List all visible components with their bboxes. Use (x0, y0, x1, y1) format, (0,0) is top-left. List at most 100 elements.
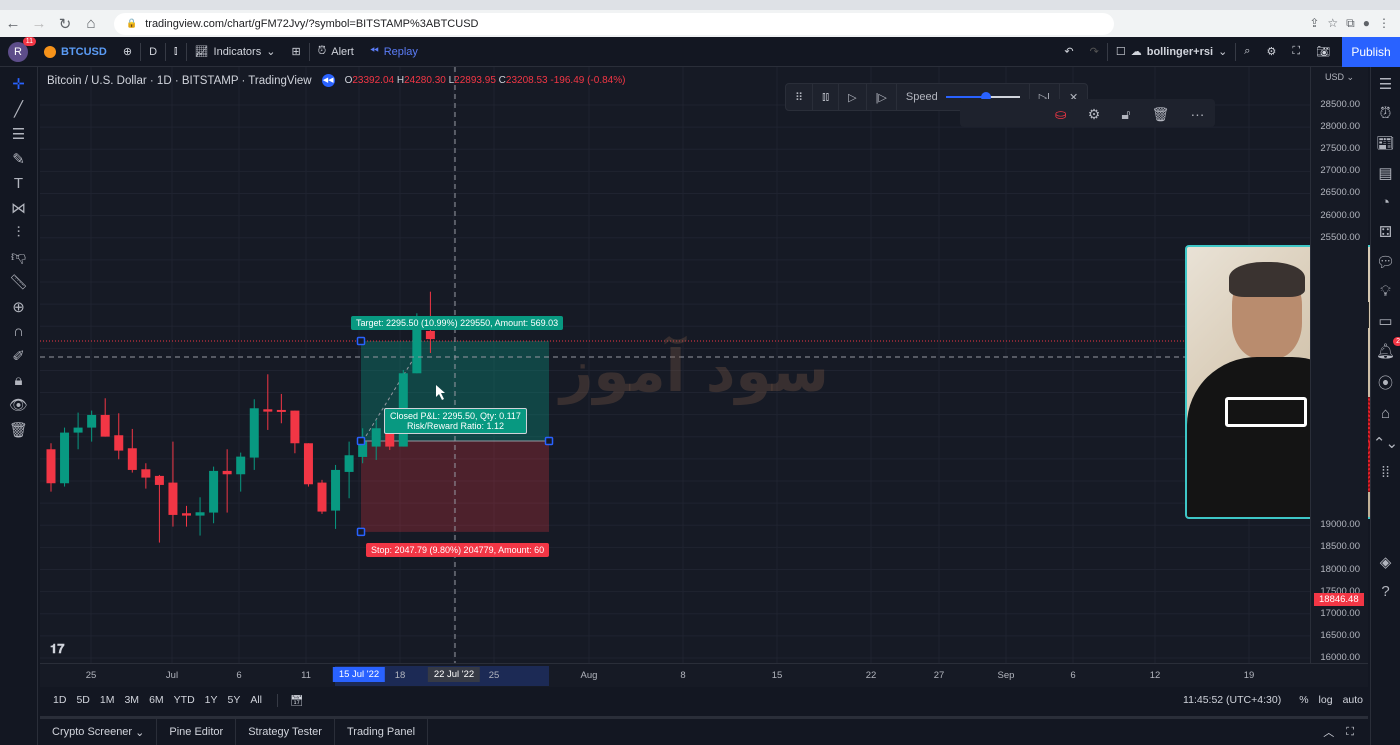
bookmark-star-icon[interactable]: ☆ (1327, 16, 1338, 31)
percent-toggle[interactable]: % (1294, 694, 1313, 706)
indicators-button[interactable]: 📈︎ Indicators ⌄ (187, 37, 284, 67)
signal-icon[interactable]: ⦿ (1378, 372, 1393, 393)
collapse-panel-icon[interactable]: ︿ (1323, 724, 1346, 740)
search-button[interactable]: ⌕ (1236, 37, 1258, 67)
streams-icon[interactable]: ▭ (1378, 312, 1392, 330)
alarm-icon[interactable]: ⏰︎ (1380, 105, 1392, 122)
order-panel-icon[interactable]: ⌂ (1381, 405, 1390, 422)
notifications-icon[interactable]: 🔔︎ 2 (1376, 337, 1400, 360)
time-axis[interactable]: 25 Jul 6 11 15 Jul '22 18 22 Jul '22 25 Aug 8 15 22… (40, 663, 1368, 687)
browser-tab-strip[interactable] (0, 0, 1400, 10)
share-icon[interactable]: ⇪ (1309, 16, 1319, 31)
watchlist-icon[interactable]: ☰ (1379, 75, 1392, 93)
auto-toggle[interactable]: auto (1338, 694, 1368, 706)
unlock-icon[interactable]: 🔓︎ (1121, 106, 1130, 123)
snapshot-button[interactable]: 📷︎ (1308, 37, 1338, 67)
chart-pane[interactable]: سود آموز 𝟏𝟕 Target: 2295.50 (10.99%) 229… (40, 67, 1310, 663)
maximize-panel-icon[interactable]: ⛶ (1346, 726, 1368, 739)
pattern-icon[interactable]: ⋈ (11, 199, 26, 217)
log-toggle[interactable]: log (1314, 694, 1338, 706)
chart-type-button[interactable]: ⫾ (166, 37, 186, 67)
gear-icon[interactable]: ⚙ (1088, 106, 1101, 123)
step-forward-button[interactable]: |▷ (867, 84, 897, 110)
clock[interactable]: 11:45:52 (UTC+4:30) (1178, 694, 1286, 706)
trash-icon[interactable]: 🗑︎ (1152, 106, 1170, 123)
more-icon[interactable]: ··· (1190, 106, 1204, 122)
ideas-icon[interactable]: 💡︎ (1380, 283, 1391, 300)
crosshair-icon[interactable]: ✛ (12, 75, 25, 93)
candle-body (425, 330, 435, 340)
tab-strategy-tester[interactable]: Strategy Tester (236, 719, 335, 745)
tab-crypto-screener[interactable]: Crypto Screener ⌄ (40, 719, 158, 745)
reload-icon[interactable]: ↻ (52, 15, 78, 33)
zoom-in-icon[interactable]: ⊕ (12, 298, 25, 316)
goto-date-icon[interactable]: 📅︎ (277, 693, 308, 707)
range-ytd[interactable]: YTD (169, 694, 200, 706)
range-all[interactable]: All (245, 694, 267, 706)
candle-body (222, 470, 232, 475)
calendar-icon[interactable]: ▤ (1378, 164, 1392, 182)
extensions-icon[interactable]: ⧉ (1346, 16, 1355, 31)
menu-icon[interactable]: ⋮ (1378, 16, 1390, 31)
avatar[interactable]: R 11 (8, 36, 36, 62)
trash-icon[interactable]: 🗑︎ (9, 421, 28, 439)
time-tick: 8 (680, 670, 686, 681)
profile-icon[interactable]: ● (1363, 16, 1370, 31)
drag-handle[interactable]: ⠿ (786, 84, 814, 110)
tab-trading-panel[interactable]: Trading Panel (335, 719, 429, 745)
home-icon[interactable]: ⌂ (78, 15, 104, 32)
range-1y[interactable]: 1Y (200, 694, 223, 706)
layout-select-button[interactable]: ☐ ☁ bollinger+rsi ⌄ (1108, 37, 1235, 67)
brush-icon[interactable]: ✎ (12, 150, 25, 168)
magnet-icon[interactable]: ∩ (13, 323, 24, 340)
interval-button[interactable]: D (141, 37, 165, 67)
lock-icon[interactable]: 🔒︎ (15, 372, 23, 389)
speed-slider[interactable] (945, 92, 1020, 102)
icons-tool-icon[interactable]: 👎︎ (11, 248, 26, 266)
range-6m[interactable]: 6M (144, 694, 169, 706)
ruler-icon[interactable]: 📏︎ (9, 273, 28, 291)
eye-icon[interactable]: 👁︎ (9, 396, 28, 414)
range-3m[interactable]: 3M (119, 694, 144, 706)
news-icon[interactable]: 📰︎ (1376, 134, 1395, 152)
data-window-icon[interactable]: ⚃ (1379, 223, 1392, 241)
replay-button[interactable]: ⏪︎ Replay (362, 37, 426, 67)
alert-button[interactable]: ⏰︎ Alert (310, 37, 362, 67)
chat-icon[interactable]: 💬︎ (1376, 253, 1395, 271)
forward-icon[interactable]: → (26, 15, 52, 32)
currency-select[interactable]: USD ⌄ (1325, 72, 1354, 83)
symbol-search-button[interactable]: BTCUSD (36, 37, 115, 67)
fill-color-icon[interactable]: ⛀ (1055, 106, 1067, 123)
publish-button[interactable]: Publish (1342, 37, 1400, 67)
dom-icon[interactable]: ⁞⁞ (1381, 464, 1389, 481)
trend-line-icon[interactable]: ╱ (14, 100, 23, 118)
chevron-up-down-icon[interactable]: ⌃⌄ (1373, 434, 1398, 452)
settings-button[interactable]: ⚙ (1258, 37, 1284, 67)
range-1m[interactable]: 1M (95, 694, 120, 706)
play-button[interactable]: ▷ (839, 84, 867, 110)
range-5y[interactable]: 5Y (223, 694, 246, 706)
templates-button[interactable]: ⊞ (283, 37, 308, 67)
prediction-icon[interactable]: ⫶ (17, 224, 21, 241)
candle-body (127, 448, 137, 470)
layers-icon[interactable]: ◈ (1380, 553, 1392, 571)
back-icon[interactable]: ← (0, 15, 26, 32)
price-tick: 18500.00 (1320, 541, 1360, 553)
fullscreen-button[interactable]: ⛶ (1284, 37, 1308, 67)
tab-pine-editor[interactable]: Pine Editor (157, 719, 237, 745)
undo-icon: ↶ (1064, 46, 1074, 58)
price-axis[interactable]: USD ⌄ 28500.00 28000.00 27500.00 27000.00 26… (1310, 67, 1368, 687)
help-icon[interactable]: ? (1381, 583, 1389, 600)
select-bar-button[interactable]: ⫾⫾ (813, 84, 840, 110)
range-1d[interactable]: 1D (48, 694, 71, 706)
hotlist-icon[interactable]: ◔ (1381, 194, 1390, 211)
compare-button[interactable]: ⊕ (115, 37, 140, 67)
stay-drawing-icon[interactable]: ✐ (12, 347, 25, 365)
range-5d[interactable]: 5D (71, 694, 94, 706)
redo-button[interactable]: ↷ (1082, 37, 1107, 67)
fib-icon[interactable]: ☰ (12, 125, 25, 143)
text-icon[interactable]: T (14, 175, 23, 192)
url-input[interactable]: 🔒 tradingview.com/chart/gFM72Jvy/?symbol=… (114, 12, 1114, 35)
candle-body (249, 408, 259, 458)
undo-button[interactable]: ↶ (1056, 37, 1081, 67)
